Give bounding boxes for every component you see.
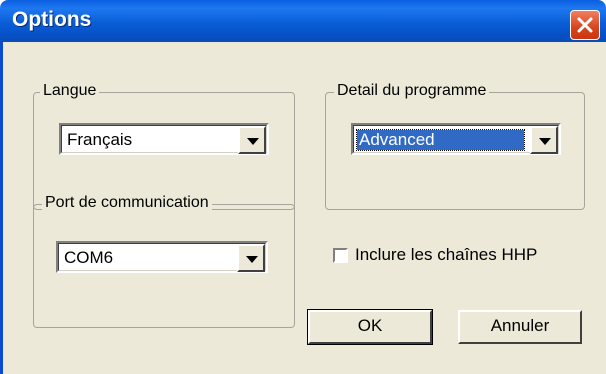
langue-select-value: Français <box>67 130 133 149</box>
port-select-value: COM6 <box>64 248 114 267</box>
window-title: Options <box>12 8 92 31</box>
chevron-down-icon <box>539 138 551 145</box>
detail-select-value: Advanced <box>356 129 525 151</box>
port-group: Port de communication COM6 <box>33 194 295 328</box>
detail-group: Detail du programme Advanced <box>325 82 585 210</box>
hhp-checkbox[interactable] <box>333 248 348 263</box>
port-group-label: Port de communication <box>42 194 212 212</box>
close-button[interactable] <box>570 10 600 40</box>
port-select[interactable]: COM6 <box>56 241 268 273</box>
ok-button[interactable]: OK <box>307 309 433 345</box>
detail-dropdown-button[interactable] <box>530 126 558 154</box>
chevron-down-icon <box>246 256 258 263</box>
close-x-icon <box>577 17 593 33</box>
port-dropdown-button[interactable] <box>237 244 265 272</box>
detail-select[interactable]: Advanced <box>351 123 561 155</box>
cancel-button[interactable]: Annuler <box>458 310 582 344</box>
options-dialog: Options Langue Français Detail du progra… <box>0 0 606 374</box>
detail-group-label: Detail du programme <box>334 82 490 100</box>
langue-dropdown-button[interactable] <box>238 126 266 154</box>
langue-group: Langue Français <box>33 82 295 210</box>
title-bar[interactable]: Options <box>0 0 606 42</box>
langue-group-label: Langue <box>40 82 100 100</box>
chevron-down-icon <box>247 138 259 145</box>
dialog-client-area: Langue Français Detail du programme Adva… <box>0 42 606 374</box>
langue-select[interactable]: Français <box>59 123 269 155</box>
hhp-checkbox-label[interactable]: Inclure les chaînes HHP <box>355 245 537 265</box>
